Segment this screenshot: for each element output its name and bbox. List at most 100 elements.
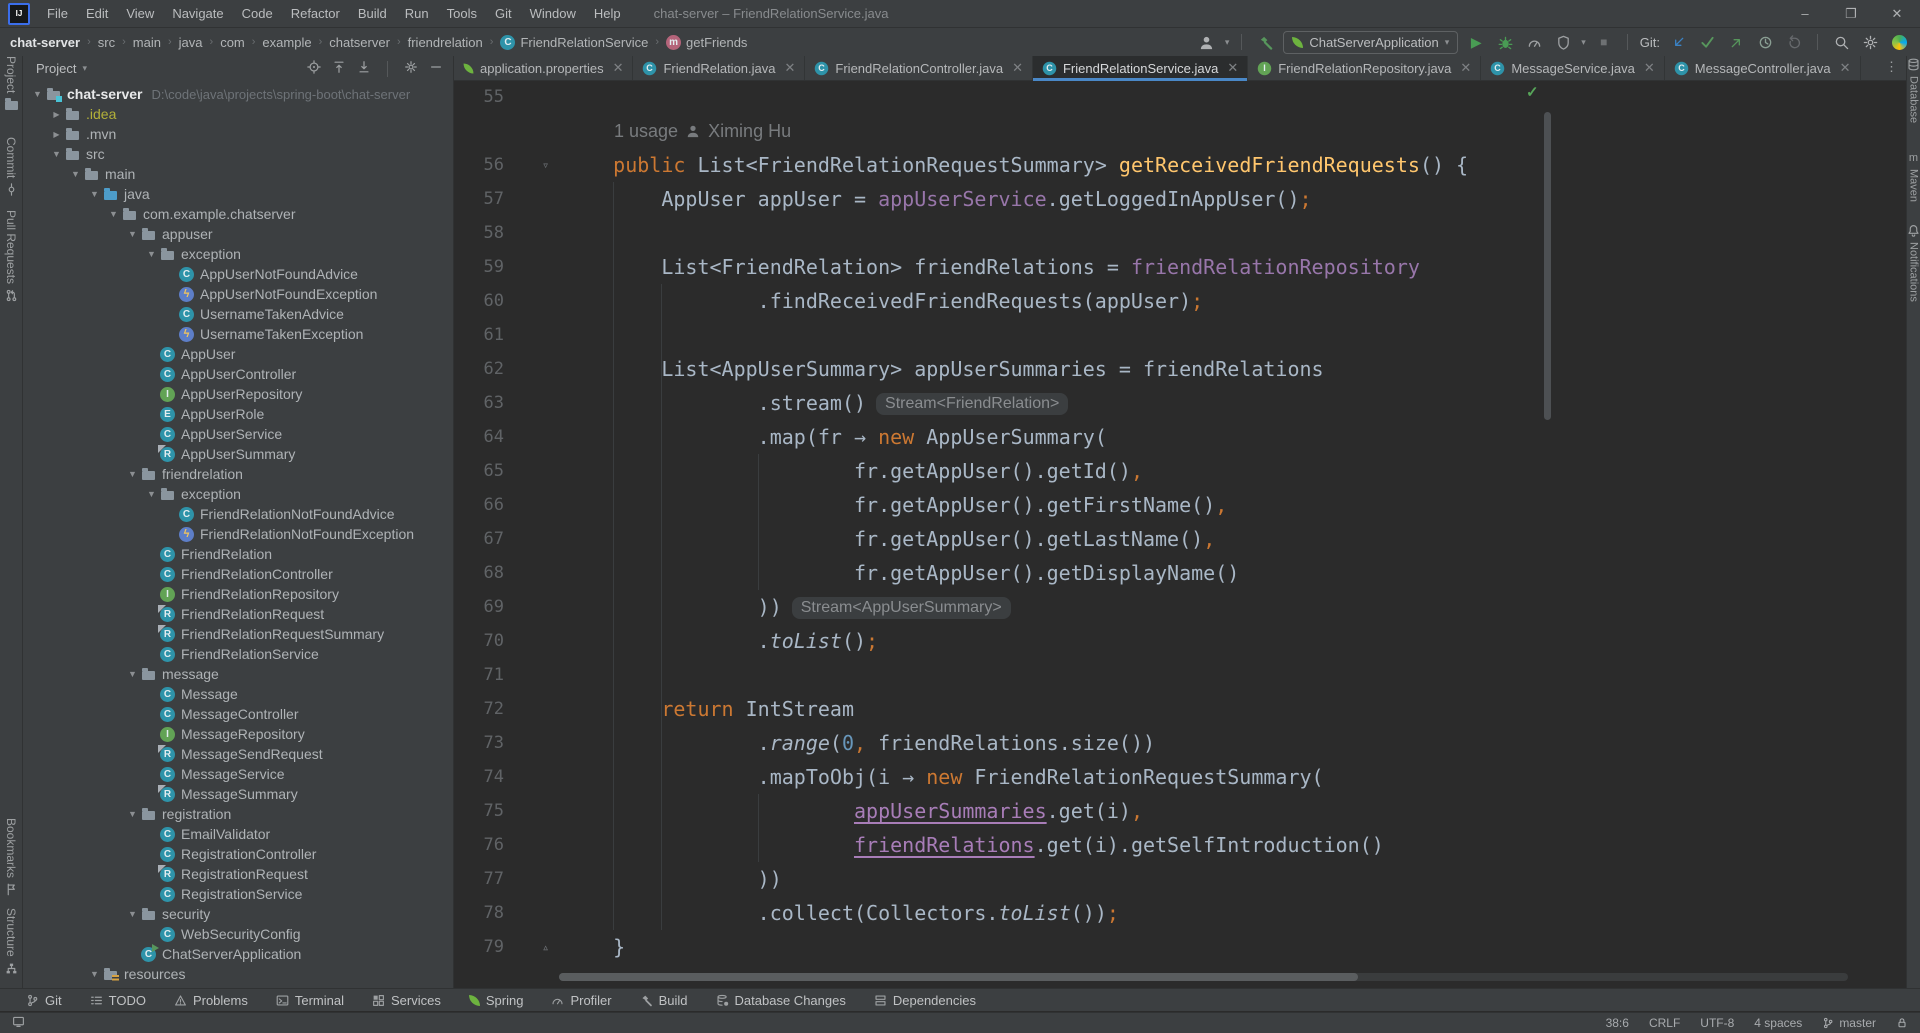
expand-all-button[interactable] (332, 60, 346, 77)
run-button[interactable]: ▶ (1465, 31, 1487, 53)
code-line[interactable]: 61 (454, 318, 1906, 352)
tree-item[interactable]: R MessageSummary (23, 784, 453, 804)
hide-panel-button[interactable] (429, 60, 443, 77)
code-line[interactable]: 56 ▿ public List<FriendRelationRequestSum… (454, 148, 1906, 182)
search-everywhere-button[interactable] (1830, 31, 1852, 53)
code-line[interactable]: 57 AppUser appUser = appUserService.getL… (454, 182, 1906, 216)
tree-item[interactable]: ▼ exception (23, 244, 453, 264)
tool-window-button-project[interactable]: Project (0, 56, 22, 111)
tree-item[interactable]: C AppUserService (23, 424, 453, 444)
tree-expanded-arrow-icon[interactable]: ▼ (105, 209, 122, 219)
tool-window-button-build[interactable]: Build (640, 993, 688, 1008)
git-update-button[interactable] (1667, 31, 1689, 53)
code-line[interactable]: 73 .range(0, friendRelations.size()) (454, 726, 1906, 760)
inspections-ok-icon[interactable]: ✓ (1526, 83, 1539, 101)
code-line[interactable]: 63 .stream() Stream<FriendRelation> (454, 386, 1906, 420)
tree-expanded-arrow-icon[interactable]: ▼ (86, 969, 103, 979)
breadcrumb-item[interactable]: main (133, 35, 161, 50)
tool-window-button-git[interactable]: Git (26, 993, 62, 1008)
code-line[interactable]: 55 (454, 80, 1906, 114)
tree-item[interactable]: ▼ java (23, 184, 453, 204)
editor-tab[interactable]: application.properties ✕ (454, 56, 634, 80)
project-view-caret-icon[interactable]: ▾ (82, 63, 87, 74)
menu-item-navigate[interactable]: Navigate (163, 0, 232, 27)
readonly-lock-icon[interactable] (1896, 1017, 1908, 1029)
code-line[interactable]: 60 .findReceivedFriendRequests(appUser); (454, 284, 1906, 318)
tree-item[interactable]: ▼ registration (23, 804, 453, 824)
breadcrumb-item[interactable]: example (262, 35, 311, 50)
tool-window-button-database-changes[interactable]: Database Changes (716, 993, 846, 1008)
code-line[interactable]: 74 .mapToObj(i → new FriendRelationReque… (454, 760, 1906, 794)
menu-item-view[interactable]: View (117, 0, 163, 27)
usage-hint[interactable]: 1 usage Ximing Hu (454, 114, 1906, 148)
tab-close-icon[interactable]: ✕ (785, 60, 796, 76)
type-inlay-hint[interactable]: Stream<AppUserSummary> (791, 597, 1011, 619)
tab-close-icon[interactable]: ✕ (1012, 60, 1023, 76)
tree-item[interactable]: R RegistrationRequest (23, 864, 453, 884)
settings-button[interactable] (1859, 31, 1881, 53)
menu-item-window[interactable]: Window (521, 0, 585, 27)
tool-window-button-structure[interactable]: Structure (0, 908, 22, 975)
tree-item[interactable]: ▼ message (23, 664, 453, 684)
window-layout-icon[interactable] (12, 1015, 25, 1031)
menu-item-code[interactable]: Code (233, 0, 282, 27)
type-inlay-hint[interactable]: Stream<FriendRelation> (876, 393, 1069, 415)
tool-window-button-terminal[interactable]: Terminal (276, 993, 344, 1008)
tab-close-icon[interactable]: ✕ (1227, 60, 1238, 76)
tree-item[interactable]: C FriendRelation (23, 544, 453, 564)
tree-item[interactable]: C ChatServerApplication (23, 943, 453, 964)
tree-expanded-arrow-icon[interactable]: ▼ (67, 169, 84, 179)
tab-list-more-icon[interactable]: ⋮ (1885, 59, 1898, 75)
menu-item-tools[interactable]: Tools (438, 0, 486, 27)
tool-window-button-profiler[interactable]: Profiler (551, 993, 612, 1008)
tab-close-icon[interactable]: ✕ (1644, 60, 1655, 76)
code-line[interactable]: 78 .collect(Collectors.toList()); (454, 896, 1906, 930)
close-button[interactable]: ✕ (1874, 0, 1920, 27)
tree-item[interactable]: C FriendRelationNotFoundAdvice (23, 504, 453, 524)
horizontal-scrollbar-thumb[interactable] (559, 973, 1359, 981)
code-line[interactable]: 67 fr.getAppUser().getLastName(), (454, 522, 1906, 556)
tree-item[interactable]: C MessageService (23, 764, 453, 784)
code-editor[interactable]: 55 1 usage Ximing Hu 56 ▿ public List<Friend… (454, 80, 1906, 988)
breadcrumb-item[interactable]: com (220, 35, 245, 50)
file-encoding[interactable]: UTF-8 (1700, 1016, 1734, 1030)
tree-expanded-arrow-icon[interactable]: ▼ (143, 489, 160, 499)
code-line[interactable]: 1 usage Ximing Hu (454, 114, 1906, 148)
code-line[interactable]: 68 fr.getAppUser().getDisplayName() (454, 556, 1906, 590)
tree-expanded-arrow-icon[interactable]: ▼ (124, 469, 141, 479)
tree-expanded-arrow-icon[interactable]: ▼ (29, 89, 46, 99)
panel-settings-button[interactable] (404, 60, 418, 77)
indent-setting[interactable]: 4 spaces (1754, 1016, 1802, 1030)
tree-expanded-arrow-icon[interactable]: ▼ (86, 189, 103, 199)
tree-item[interactable]: ▼ resources (23, 964, 453, 984)
menu-item-help[interactable]: Help (585, 0, 630, 27)
code-line[interactable]: 70 .toList(); (454, 624, 1906, 658)
tree-item[interactable]: C RegistrationService (23, 884, 453, 904)
tab-close-icon[interactable]: ✕ (1840, 60, 1851, 76)
tree-item[interactable]: C FriendRelationService (23, 644, 453, 664)
horizontal-scrollbar[interactable] (559, 973, 1848, 981)
tree-item[interactable]: R AppUserSummary (23, 444, 453, 464)
code-line[interactable]: 64 .map(fr → new AppUserSummary( (454, 420, 1906, 454)
code-line[interactable]: 65 fr.getAppUser().getId(), (454, 454, 1906, 488)
tree-item[interactable]: ▼ com.example.chatserver (23, 204, 453, 224)
tab-close-icon[interactable]: ✕ (1460, 60, 1471, 76)
tool-window-button-problems[interactable]: Problems (174, 993, 248, 1008)
code-line[interactable]: 69 )) Stream<AppUserSummary> (454, 590, 1906, 624)
tree-item[interactable]: I AppUserRepository (23, 384, 453, 404)
tree-item[interactable]: C RegistrationController (23, 844, 453, 864)
breadcrumb-item[interactable]: C FriendRelationService (500, 34, 648, 50)
code-line[interactable]: 71 (454, 658, 1906, 692)
fold-open-icon[interactable]: ▿ (542, 148, 549, 182)
code-line[interactable]: 76 friendRelations.get(i).getSelfIntrodu… (454, 828, 1906, 862)
git-push-button[interactable] (1725, 31, 1747, 53)
breadcrumb-item[interactable]: chatserver (329, 35, 390, 50)
tree-item[interactable]: C Message (23, 684, 453, 704)
breadcrumb-item[interactable]: chat-server (10, 35, 80, 50)
history-button[interactable] (1754, 31, 1776, 53)
tree-item[interactable]: ϟ AppUserNotFoundException (23, 284, 453, 304)
tool-window-button-bookmarks[interactable]: Bookmarks (0, 818, 22, 896)
tree-collapsed-arrow-icon[interactable]: ▶ (48, 130, 65, 139)
breadcrumb-item[interactable]: src (98, 35, 115, 50)
menu-item-run[interactable]: Run (396, 0, 438, 27)
